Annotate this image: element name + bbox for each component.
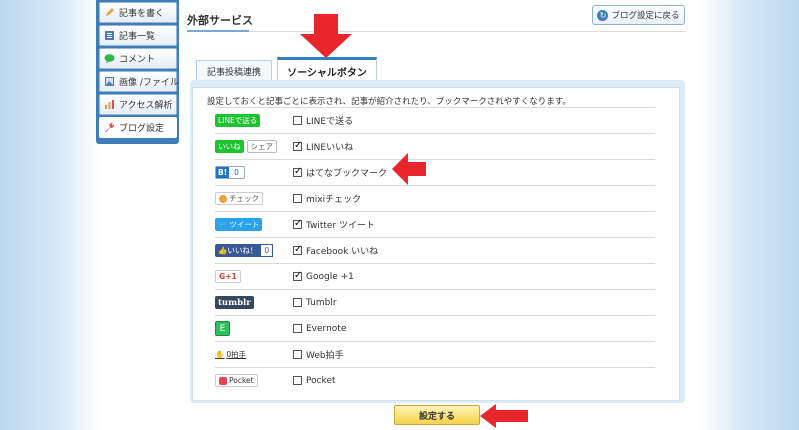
service-label: Pocket (306, 375, 336, 386)
clap-icon: ✋ (215, 350, 225, 359)
service-label: Tumblr (306, 297, 337, 308)
sidebar-item-label: コメント (119, 55, 156, 65)
sidebar-item-label: 記事一覧 (119, 32, 156, 42)
service-row-hatena: B!0 はてなブックマーク (215, 159, 655, 185)
back-arrow-icon: ↻ (597, 9, 609, 21)
line-share-badge: シェア (246, 140, 277, 153)
line-like-checkbox[interactable] (293, 140, 302, 151)
evernote-checkbox[interactable] (293, 324, 302, 333)
sidebar-item-comment[interactable]: コメント (99, 48, 177, 69)
wrench-icon (104, 122, 115, 133)
service-row-facebook: 👍いいね！0 Facebook いいね (215, 237, 655, 263)
description-text: 設定しておくと記事ごとに表示され、記事が紹介されたり、ブックマークされやすくなり… (207, 97, 571, 107)
hatena-badge: B! 0 (215, 166, 245, 179)
service-label: Web拍手 (306, 351, 344, 361)
sidebar-item-blog-settings[interactable]: ブログ設定 (99, 117, 177, 138)
service-row-line-like: いいねシェア LINEいいね (215, 133, 655, 159)
evernote-icon: E (215, 321, 230, 336)
service-row-mixi: チェック mixiチェック (215, 185, 655, 211)
service-label: LINEいいね (306, 143, 354, 153)
service-row-twitter: 🐦ツイート Twitter ツイート (215, 211, 655, 237)
service-row-line-send: LINEで送る LINEで送る (215, 107, 655, 133)
facebook-badge: 👍いいね！ 0 (215, 244, 274, 257)
service-label: Facebook いいね (306, 247, 379, 257)
service-label: はてなブックマーク (306, 169, 388, 179)
line-send-checkbox[interactable] (293, 116, 302, 125)
sidebar-item-image[interactable]: 画像 /ファイル (99, 71, 179, 92)
line-send-badge: LINEで送る (215, 114, 261, 127)
mixi-checkbox[interactable] (293, 194, 302, 203)
twitter-badge: 🐦 ツイート (215, 218, 263, 231)
tumblr-badge: tumblr (215, 296, 254, 309)
service-row-google: G+1 Google +1 (215, 263, 655, 289)
sidebar-item-label: 記事を書く (119, 9, 165, 19)
twitter-checkbox[interactable] (293, 218, 302, 229)
sidebar-item-analytics[interactable]: アクセス解析 (99, 94, 177, 115)
page-title: 外部サービス (187, 14, 253, 27)
service-label: Evernote (306, 323, 347, 334)
google-plus-checkbox[interactable] (293, 270, 302, 281)
service-label: Google +1 (306, 271, 354, 282)
service-label: mixiチェック (306, 195, 362, 205)
thumbs-up-icon: 👍 (218, 246, 228, 255)
mixi-badge: チェック (215, 192, 263, 205)
sidebar-item-label: アクセス解析 (119, 101, 173, 111)
annotation-arrow-left-icon (480, 404, 528, 428)
service-row-evernote: E Evernote (215, 315, 655, 341)
line-like-badge: いいね (215, 140, 244, 153)
tab-post-integration[interactable]: 記事投稿連携 (196, 60, 272, 82)
service-label: Twitter ツイート (306, 221, 376, 231)
sidebar-item-list[interactable]: 記事一覧 (99, 25, 177, 46)
google-plus-badge: G+1 (215, 270, 241, 283)
back-button-label: ブログ設定に戻る (611, 11, 680, 21)
hatena-checkbox[interactable] (293, 166, 302, 177)
facebook-checkbox[interactable] (293, 244, 302, 255)
sidebar-item-label: 画像 /ファイル (119, 78, 179, 88)
web-clap-checkbox[interactable] (293, 350, 302, 359)
comment-icon (104, 53, 115, 64)
title-underline (187, 30, 249, 32)
tumblr-checkbox[interactable] (293, 298, 302, 307)
tab-social-buttons[interactable]: ソーシャルボタン (277, 57, 377, 82)
pocket-checkbox[interactable] (293, 376, 302, 385)
twitter-bird-icon: 🐦 (218, 220, 228, 229)
service-row-web-clap: ✋ 0拍手 Web拍手 (215, 341, 655, 367)
annotation-arrow-down-icon (300, 14, 352, 58)
pencil-icon (104, 7, 115, 18)
service-label: LINEで送る (306, 117, 354, 127)
sidebar: 記事を書く 記事一覧 コメント 画像 /ファイル アクセス解析 ブログ設定 (96, 0, 179, 144)
list-icon (104, 30, 115, 41)
image-icon (104, 76, 115, 87)
annotation-arrow-left-icon (392, 153, 426, 185)
mixi-icon (219, 194, 227, 203)
chart-icon (104, 99, 115, 110)
web-clap-badge: ✋ 0拍手 (215, 350, 247, 359)
save-settings-button[interactable]: 設定する (394, 405, 480, 425)
sidebar-item-label: ブログ設定 (119, 124, 165, 134)
back-to-blog-settings-button[interactable]: ↻ ブログ設定に戻る (592, 5, 685, 25)
service-row-tumblr: tumblr Tumblr (215, 289, 655, 315)
service-row-pocket: Pocket Pocket (215, 367, 655, 393)
sidebar-item-write[interactable]: 記事を書く (99, 2, 177, 23)
pocket-icon (219, 376, 227, 385)
pocket-badge: Pocket (215, 374, 258, 387)
